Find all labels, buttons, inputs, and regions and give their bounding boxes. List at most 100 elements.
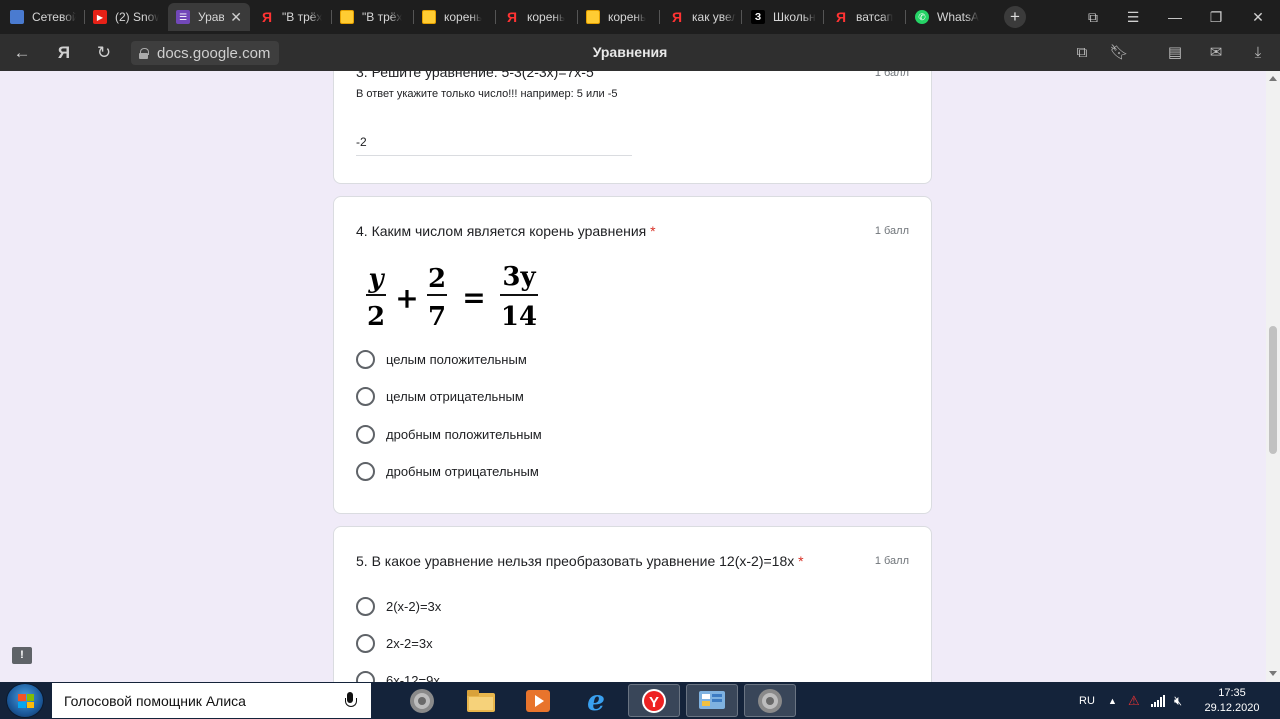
option-1[interactable]: 2(x-2)=3x — [356, 597, 441, 616]
scroll-up-arrow-icon[interactable] — [1269, 76, 1277, 81]
question-4-title: 4. Каким числом является корень уравнени… — [356, 223, 656, 239]
form-page: 3. Решите уравнение: 5-3(2-3x)=7x-5 1 ба… — [0, 71, 1266, 682]
radio-button[interactable] — [356, 671, 375, 682]
tab-5[interactable]: "В трёх — [340, 6, 406, 28]
fraction-1-denominator: 2 — [367, 302, 385, 332]
language-indicator[interactable]: RU — [1079, 682, 1095, 719]
yandex-home-icon[interactable]: Я — [52, 42, 76, 64]
control-panel-icon — [699, 690, 725, 709]
fraction-2-numerator: 2 — [428, 264, 446, 294]
question-5-title: 5. В какое уравнение нельзя преобразоват… — [356, 553, 804, 569]
taskbar-clock[interactable]: 17:35 29.12.2020 — [1196, 686, 1268, 716]
radio-button[interactable] — [356, 387, 375, 406]
mail-icon[interactable]: ✉ — [1205, 43, 1227, 63]
tab-6[interactable]: корень — [422, 6, 488, 28]
taskbar-explorer[interactable] — [455, 684, 507, 717]
tab-7[interactable]: Я корень — [505, 6, 571, 28]
question-card-4: 4. Каким числом является корень уравнени… — [333, 196, 932, 514]
network-signal-icon[interactable] — [1151, 682, 1165, 719]
yandex-icon: Я — [671, 9, 683, 25]
yandex-images-icon — [340, 10, 354, 24]
question-card-3: 3. Решите уравнение: 5-3(2-3x)=7x-5 1 ба… — [333, 71, 932, 184]
equals-sign: = — [462, 281, 485, 314]
tab-8[interactable]: корень — [586, 6, 652, 28]
alice-search-box[interactable]: Голосовой помощник Алиса — [52, 683, 371, 718]
volume-muted-icon[interactable]: 🔇︎ — [1174, 682, 1182, 719]
fraction-3-denominator: 14 — [501, 302, 537, 332]
fraction-3-numerator: 3y — [502, 263, 536, 292]
option-1[interactable]: целым положительным — [356, 350, 527, 369]
report-feedback-icon[interactable]: ! — [12, 647, 32, 664]
fraction-1-numerator: y — [367, 264, 385, 294]
taskbar-speaker-app-2[interactable] — [744, 684, 796, 717]
scroll-down-arrow-icon[interactable] — [1269, 671, 1277, 676]
back-arrow-icon[interactable]: ← — [10, 42, 34, 64]
equation-image: y 2 + 2 7 = 3y 14 — [366, 263, 538, 332]
question-3-hint: В ответ укажите только число!!! например… — [356, 88, 618, 100]
url-field[interactable]: docs.google.com — [131, 41, 279, 65]
taskbar-yandex-browser[interactable]: Y — [628, 684, 680, 717]
page-title: Уравнения — [592, 44, 668, 60]
tab-11[interactable]: Я ватсап — [834, 6, 900, 28]
option-2[interactable]: 2x-2=3x — [356, 634, 433, 653]
tab-12[interactable]: ✆ WhatsA — [915, 6, 981, 28]
tray-app-icon[interactable]: ⚠ — [1128, 682, 1140, 719]
yandex-icon: Я — [506, 9, 518, 25]
option-3[interactable]: дробным положительным — [356, 425, 542, 444]
taskbar-speaker-app[interactable] — [396, 684, 448, 717]
question-card-5: 5. В какое уравнение нельзя преобразоват… — [333, 526, 932, 682]
radio-button[interactable] — [356, 634, 375, 653]
option-2[interactable]: целым отрицательным — [356, 387, 524, 406]
scrollbar-thumb[interactable] — [1269, 326, 1277, 454]
restore-icon[interactable]: ❐ — [1201, 6, 1231, 28]
tab-4[interactable]: Я "В трёх — [260, 6, 326, 28]
question-3-points: 1 балл — [874, 71, 909, 79]
grid-app-icon — [10, 10, 24, 24]
reader-icon[interactable]: ▤ — [1164, 43, 1186, 63]
address-bar: ← Я ↻ docs.google.com Уравнения ⧉ 🔖︎ ▤ ✉… — [0, 34, 1280, 71]
clock-date: 29.12.2020 — [1204, 702, 1260, 714]
close-window-icon[interactable]: ✕ — [1243, 6, 1273, 28]
tabs-overview-icon[interactable]: ⧉ — [1071, 43, 1093, 63]
question-3-title: 3. Решите уравнение: 5-3(2-3x)=7x-5 — [356, 71, 594, 80]
question-4-points: 1 балл — [874, 225, 909, 237]
start-button[interactable] — [6, 683, 44, 718]
required-asterisk: * — [798, 553, 804, 569]
microphone-icon[interactable] — [345, 692, 357, 710]
tab-1[interactable]: Сетевой — [10, 6, 76, 28]
collections-icon[interactable]: ⧉ — [1078, 6, 1108, 28]
required-asterisk: * — [650, 223, 656, 239]
speaker-icon — [410, 688, 434, 713]
download-icon[interactable]: ⤓ — [1247, 43, 1269, 63]
question-3-answer-input[interactable]: -2 — [356, 135, 632, 156]
windows-logo-icon — [18, 694, 34, 708]
radio-button[interactable] — [356, 597, 375, 616]
bookmark-icon[interactable]: 🔖︎ — [1108, 43, 1130, 63]
taskbar-media-player[interactable] — [512, 684, 564, 717]
tab-2[interactable]: ▶ (2) Snow — [93, 6, 159, 28]
folder-icon — [467, 689, 495, 712]
media-player-icon — [526, 689, 550, 712]
yandex-icon: Я — [261, 9, 273, 25]
menu-icon[interactable]: ☰ — [1118, 6, 1148, 28]
new-tab-button[interactable]: + — [1004, 6, 1026, 28]
svg-text:Y: Y — [649, 694, 659, 711]
tab-3-active[interactable]: ☰ Урав ✕ — [168, 3, 250, 31]
minimize-icon[interactable]: — — [1160, 6, 1190, 28]
radio-button[interactable] — [356, 462, 375, 481]
tab-close-icon[interactable]: ✕ — [230, 9, 242, 26]
option-3[interactable]: 6x-12=9x — [356, 671, 440, 682]
speaker-icon — [758, 688, 782, 713]
taskbar-internet-explorer[interactable]: e — [570, 684, 622, 717]
tray-expand-arrow-icon[interactable]: ▲ — [1108, 682, 1117, 719]
tab-9[interactable]: Я как увел — [670, 6, 736, 28]
forms-icon: ☰ — [176, 10, 190, 24]
vertical-scrollbar[interactable] — [1266, 71, 1280, 682]
option-4[interactable]: дробным отрицательным — [356, 462, 539, 481]
tab-10[interactable]: З Школьн — [751, 6, 817, 28]
youtube-icon: ▶ — [93, 10, 107, 24]
radio-button[interactable] — [356, 350, 375, 369]
reload-icon[interactable]: ↻ — [92, 42, 116, 64]
radio-button[interactable] — [356, 425, 375, 444]
taskbar-control-panel[interactable] — [686, 684, 738, 717]
